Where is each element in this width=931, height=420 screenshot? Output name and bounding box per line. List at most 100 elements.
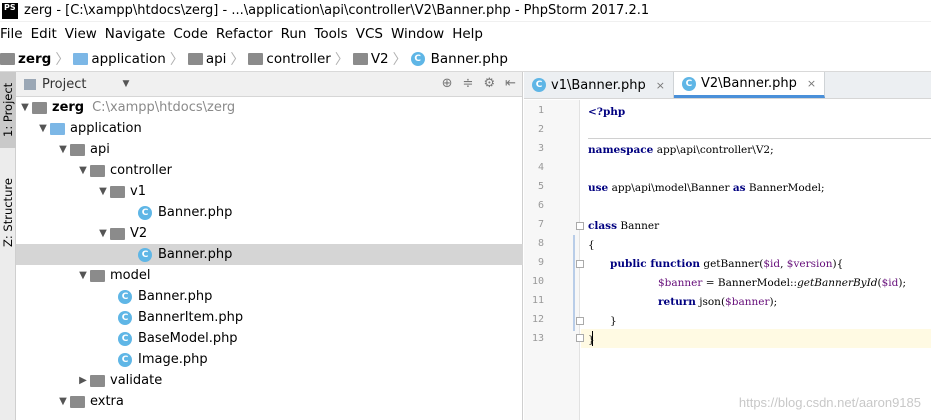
tree-item-controller[interactable]: ▼ controller <box>16 160 523 181</box>
tree-item-v1[interactable]: ▼ v1 <box>16 181 523 202</box>
breadcrumb-item-v2[interactable]: V2 〉 <box>352 49 411 69</box>
breadcrumb-label: api <box>205 50 227 67</box>
window-title: zerg - [C:\xampp\htdocs\zerg] - ...\appl… <box>24 3 650 18</box>
expand-arrow-icon[interactable]: ▼ <box>76 270 90 281</box>
tree-item-model[interactable]: ▼ model <box>16 265 523 286</box>
tree-item-api[interactable]: ▼ api <box>16 139 523 160</box>
tree-item-v2[interactable]: ▼ V2 <box>16 223 523 244</box>
menu-vcs[interactable]: VCS <box>352 26 387 42</box>
code-token: function <box>646 257 701 270</box>
code-token: Banner <box>617 219 660 232</box>
expand-arrow-icon[interactable]: ▼ <box>56 144 70 155</box>
expand-arrow-icon[interactable]: ▼ <box>18 102 32 113</box>
tree-item-label: Banner.php <box>158 205 233 220</box>
menu-tools[interactable]: Tools <box>310 26 351 42</box>
locate-file-icon[interactable]: ⊕ <box>442 76 453 91</box>
code-token: app\api\model\Banner <box>608 181 733 194</box>
breadcrumb: zerg 〉 application 〉 api 〉 controller 〉 … <box>0 46 931 72</box>
menu-navigate[interactable]: Navigate <box>101 26 170 42</box>
code-token: use <box>588 181 609 194</box>
expand-arrow-icon[interactable]: ▼ <box>96 228 110 239</box>
line-number: 11 <box>531 295 544 306</box>
breadcrumb-item-api[interactable]: api 〉 <box>187 49 249 69</box>
fold-marker-icon[interactable] <box>576 260 584 268</box>
line-number: 5 <box>537 181 544 192</box>
dropdown-arrow-icon[interactable]: ▼ <box>122 79 129 89</box>
tree-item-extra[interactable]: ▼ extra <box>16 391 523 412</box>
code-token: , <box>780 257 787 270</box>
menu-window[interactable]: Window <box>387 26 448 42</box>
expand-arrow-icon[interactable]: ▼ <box>36 123 50 134</box>
tree-item-basemodel-php[interactable]: C BaseModel.php <box>16 328 523 349</box>
code-token: json( <box>695 295 726 308</box>
folder-icon <box>110 227 125 240</box>
code-token: BannerModel; <box>745 181 825 194</box>
line-number: 10 <box>531 276 544 287</box>
tree-item-v2-banner-php[interactable]: C Banner.php <box>16 244 523 265</box>
expand-arrow-icon[interactable]: ▼ <box>76 165 90 176</box>
breadcrumb-label: application <box>91 50 166 67</box>
close-icon[interactable]: × <box>807 77 816 90</box>
tab-label: v1\Banner.php <box>551 77 646 93</box>
tree-item-label: extra <box>90 394 124 409</box>
tree-item-label: BannerItem.php <box>138 310 244 325</box>
tree-item-label: validate <box>110 373 163 388</box>
code-editor[interactable]: <?php namespace app\api\controller\V2; u… <box>588 100 931 420</box>
tree-item-model-banner-php[interactable]: C Banner.php <box>16 286 523 307</box>
tree-item-validate[interactable]: ▶ validate <box>16 370 523 391</box>
expand-arrow-icon[interactable]: ▶ <box>76 375 90 386</box>
tree-item-label: Banner.php <box>138 289 213 304</box>
breadcrumb-item-banner-php[interactable]: C Banner.php <box>410 51 512 67</box>
expand-arrow-icon[interactable]: ▼ <box>56 396 70 407</box>
tab-v1-banner-php[interactable]: C v1\Banner.php × <box>524 72 674 98</box>
code-line-1: <?php <box>588 102 625 121</box>
code-line-3: namespace app\api\controller\V2; <box>588 140 774 159</box>
code-token: class <box>588 219 618 232</box>
fold-marker-icon[interactable] <box>576 334 584 342</box>
window-title-bar: PS zerg - [C:\xampp\htdocs\zerg] - ...\a… <box>0 0 931 22</box>
tree-item-banneritem-php[interactable]: C BannerItem.php <box>16 307 523 328</box>
fold-marker-icon[interactable] <box>576 317 584 325</box>
code-line-5: use app\api\model\Banner as BannerModel; <box>588 178 825 197</box>
folder-icon <box>248 52 264 65</box>
breadcrumb-item-zerg[interactable]: zerg 〉 <box>0 49 73 69</box>
tab-structure-tool-window[interactable]: Z: Structure <box>0 168 16 258</box>
php-class-icon: C <box>118 310 132 325</box>
menu-help[interactable]: Help <box>448 26 487 42</box>
breadcrumb-item-controller[interactable]: controller 〉 <box>248 49 352 69</box>
menu-code[interactable]: Code <box>169 26 212 42</box>
code-token: $id <box>881 276 899 289</box>
hide-panel-icon[interactable]: ⇤ <box>505 76 516 91</box>
menu-edit[interactable]: Edit <box>27 26 61 42</box>
fold-marker-icon[interactable] <box>576 222 584 230</box>
tree-item-zerg[interactable]: ▼ zerg C:\xampp\htdocs\zerg <box>16 97 523 118</box>
tree-item-label: BaseModel.php <box>138 331 238 346</box>
menu-view[interactable]: View <box>61 26 101 42</box>
line-number: 8 <box>537 238 544 249</box>
project-panel-header: Project ▼ ⊕ ≑ ⚙ ⇤ <box>16 72 522 97</box>
tree-item-label: v1 <box>130 184 146 199</box>
folder-icon <box>0 52 15 65</box>
chevron-right-icon: 〉 <box>392 51 407 68</box>
code-line-12: } <box>610 311 617 330</box>
code-token: { <box>588 238 595 251</box>
gear-icon[interactable]: ⚙ <box>483 76 495 91</box>
tab-v2-banner-php[interactable]: C V2\Banner.php × <box>673 72 826 98</box>
tree-item-application[interactable]: ▼ application <box>16 118 523 139</box>
close-icon[interactable]: × <box>656 79 665 92</box>
tab-project-tool-window[interactable]: 1: Project <box>0 72 16 148</box>
expand-arrow-icon[interactable]: ▼ <box>96 186 110 197</box>
collapse-all-icon[interactable]: ≑ <box>463 76 474 91</box>
code-token: $id <box>763 257 781 270</box>
breadcrumb-item-application[interactable]: application 〉 <box>73 49 187 69</box>
breadcrumb-label: V2 <box>370 50 389 67</box>
menu-run[interactable]: Run <box>277 26 311 42</box>
tree-item-label: model <box>110 268 151 283</box>
folder-icon <box>110 185 125 198</box>
php-class-icon: C <box>532 78 546 92</box>
tree-item-v1-banner-php[interactable]: C Banner.php <box>16 202 523 223</box>
code-token: $banner <box>658 276 703 289</box>
tree-item-image-php[interactable]: C Image.php <box>16 349 523 370</box>
menu-refactor[interactable]: Refactor <box>212 26 277 42</box>
menu-file[interactable]: File <box>0 26 27 42</box>
